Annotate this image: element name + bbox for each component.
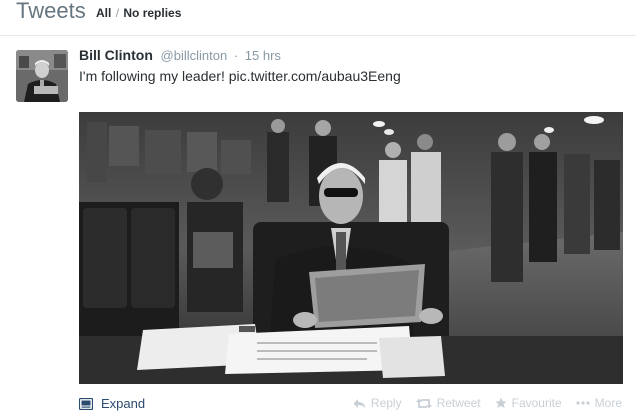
reply-label: Reply xyxy=(370,396,402,410)
filter-all-link[interactable]: All xyxy=(96,6,111,20)
photo-image xyxy=(79,112,623,384)
tweet-actions: Reply Retweet Favourite More xyxy=(353,396,622,410)
author-fullname[interactable]: Bill Clinton xyxy=(79,47,153,63)
avatar-image xyxy=(16,50,68,102)
media-link[interactable]: pic.twitter.com/aubau3Eeng xyxy=(229,68,401,84)
ellipsis-icon xyxy=(576,401,590,405)
reply-button[interactable]: Reply xyxy=(353,396,402,410)
timeline-header: Tweets All / No replies xyxy=(0,0,636,36)
author-username[interactable]: @billclinton xyxy=(161,48,228,63)
expand-label: Expand xyxy=(101,396,146,411)
retweet-button[interactable]: Retweet xyxy=(415,396,481,410)
more-button[interactable]: More xyxy=(576,396,622,410)
retweet-icon xyxy=(415,398,432,408)
tweet-filter: All / No replies xyxy=(96,6,181,20)
reply-icon xyxy=(353,398,366,408)
page-title: Tweets xyxy=(16,0,86,23)
filter-separator: / xyxy=(115,6,120,20)
filter-no-replies-link[interactable]: No replies xyxy=(123,6,181,20)
favourite-button[interactable]: Favourite xyxy=(495,396,562,410)
tweet-timestamp[interactable]: 15 hrs xyxy=(245,48,281,63)
header-separator: · xyxy=(233,48,239,63)
tweet-body: I'm following my leader! xyxy=(79,68,229,84)
expand-link[interactable]: Expand xyxy=(79,396,145,411)
expand-icon xyxy=(79,397,93,410)
favourite-label: Favourite xyxy=(511,396,562,410)
star-icon xyxy=(495,397,507,408)
avatar[interactable] xyxy=(16,50,68,102)
tweet[interactable]: Bill Clinton @billclinton · 15 hrs I'm f… xyxy=(0,36,636,416)
tweet-photo[interactable] xyxy=(79,112,623,384)
tweet-header: Bill Clinton @billclinton · 15 hrs xyxy=(79,47,281,63)
tweet-text: I'm following my leader! pic.twitter.com… xyxy=(79,68,401,84)
more-label: More xyxy=(594,396,622,410)
retweet-label: Retweet xyxy=(436,396,481,410)
